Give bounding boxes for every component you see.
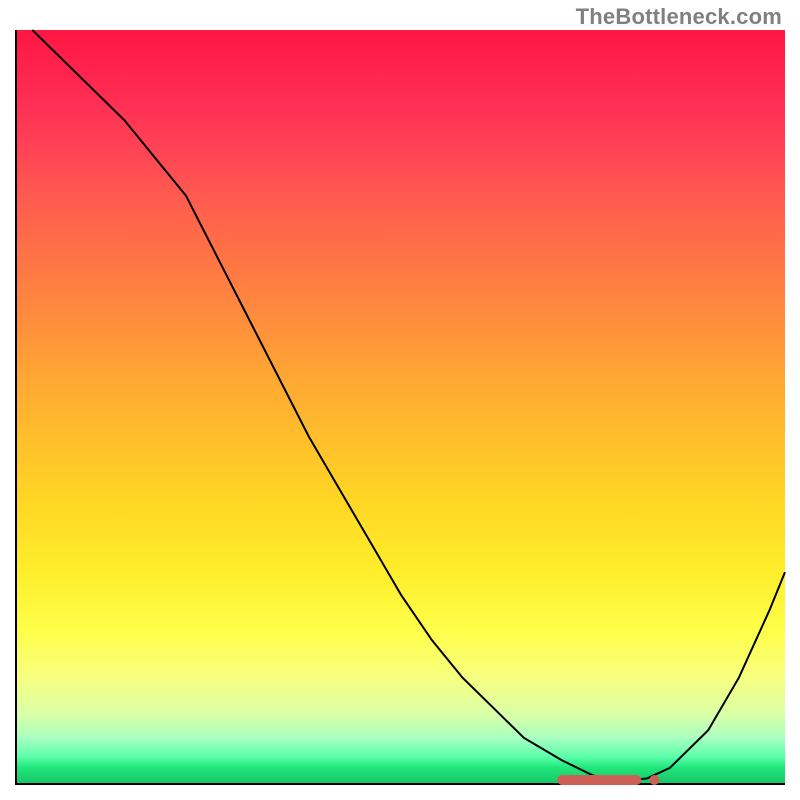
chart-svg bbox=[17, 30, 785, 783]
chart-plot-area bbox=[15, 30, 785, 785]
watermark-text: TheBottleneck.com bbox=[576, 4, 782, 30]
bottleneck-curve-line bbox=[32, 30, 785, 781]
optimal-band-end-dot bbox=[649, 775, 659, 785]
optimal-band-start-dot bbox=[557, 775, 567, 785]
